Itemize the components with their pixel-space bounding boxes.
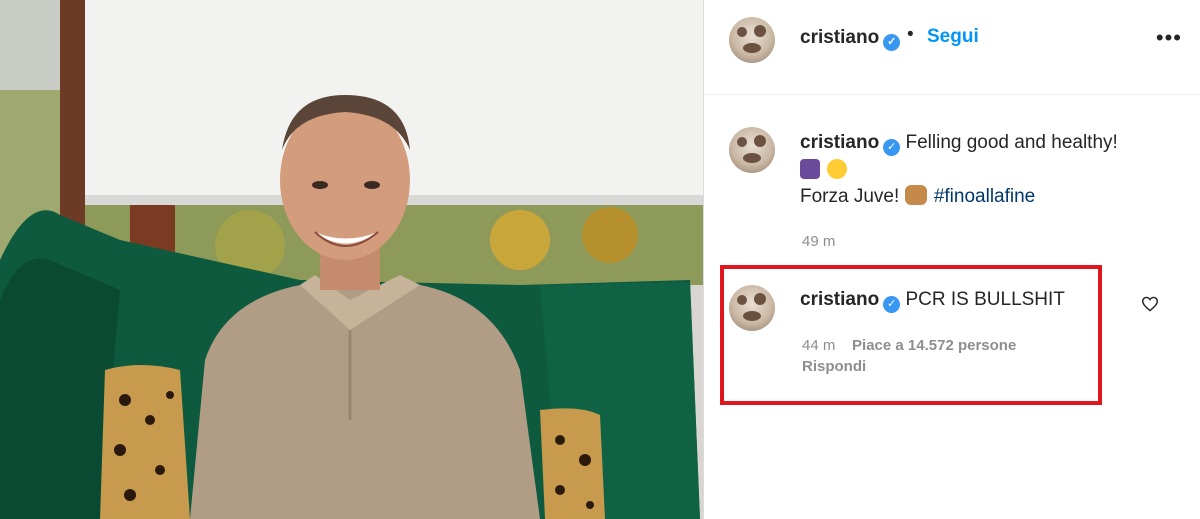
username-text[interactable]: cristiano (800, 27, 879, 48)
verified-badge-icon: ✓ (883, 34, 901, 51)
caption-avatar[interactable] (729, 127, 775, 173)
heart-icon[interactable] (1141, 296, 1159, 312)
caption-text: Felling good and healthy! (905, 132, 1118, 153)
post-image (0, 0, 703, 519)
follow-button[interactable]: Segui (927, 26, 979, 48)
post-username[interactable]: cristiano ✓ (800, 27, 901, 51)
flexed-biceps-emoji-icon (904, 185, 927, 205)
caption-line2-text: Forza Juve! (800, 186, 900, 207)
hashtag-link[interactable]: #finoallafine (934, 186, 1035, 207)
verified-badge-icon: ✓ (883, 139, 901, 156)
caption-line-2: Forza Juve! #finoallafine (800, 185, 1035, 208)
caption-time[interactable]: 49 m (802, 233, 835, 250)
person-gesturing-emoji-icon (800, 159, 820, 179)
dot-separator: • (907, 24, 914, 45)
caption-username[interactable]: cristiano (800, 132, 879, 153)
post-panel: cristiano ✓ • Segui ••• cristiano ✓ Fellin… (703, 0, 1200, 519)
post-header: cristiano ✓ • Segui ••• (704, 0, 1200, 95)
avatar[interactable] (729, 17, 775, 63)
highlight-box (720, 265, 1102, 405)
caption-line-1: cristiano ✓ Felling good and healthy! (800, 132, 1180, 156)
more-options-icon[interactable]: ••• (1156, 27, 1182, 49)
winking-face-emoji-icon (827, 159, 848, 179)
post-photo (0, 0, 703, 519)
caption-emoji-line (800, 159, 849, 182)
